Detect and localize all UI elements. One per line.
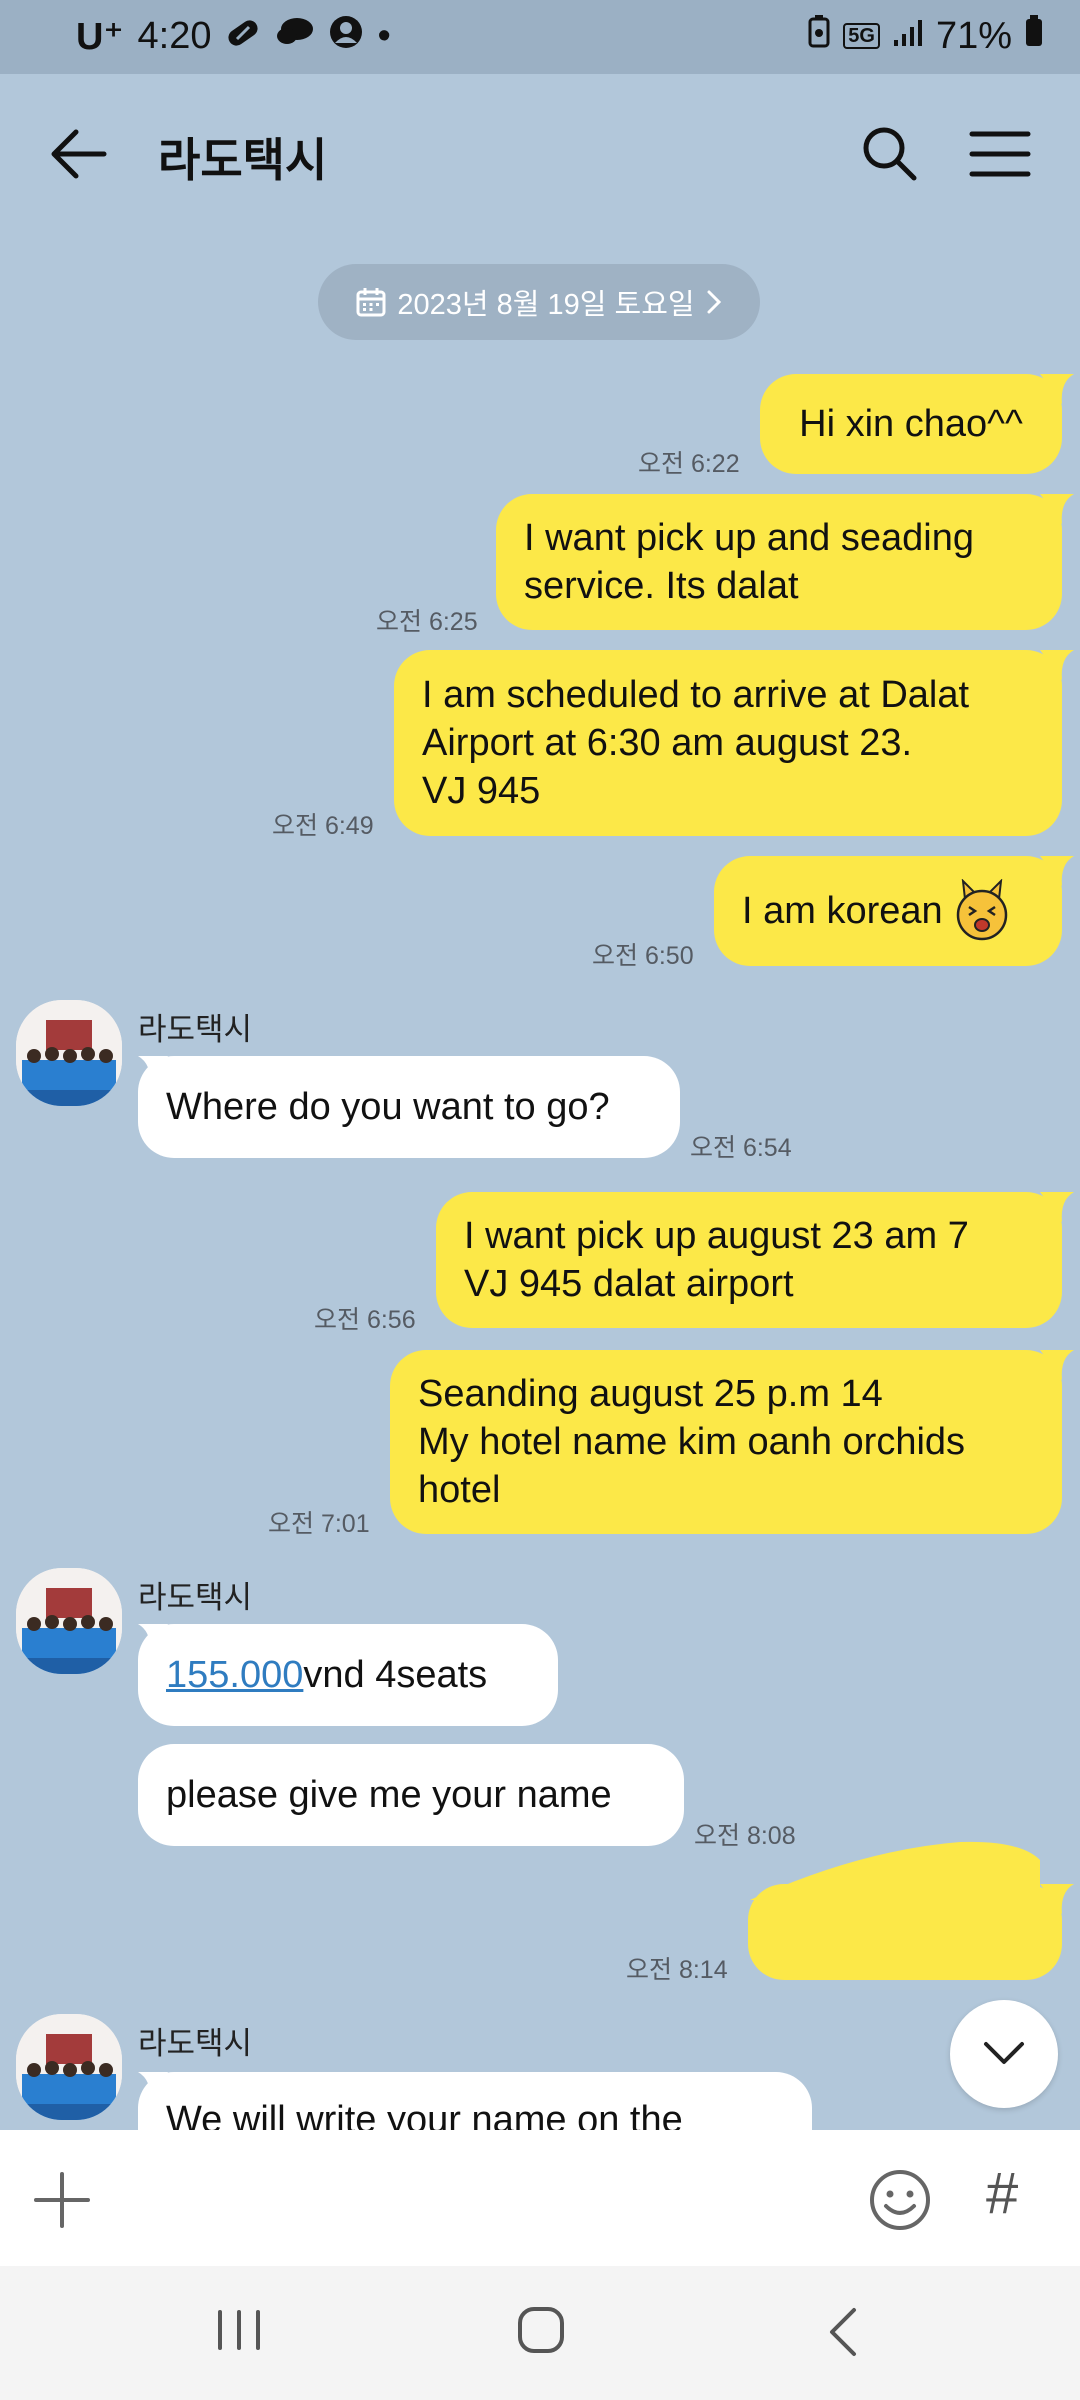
message-text: Hi xin chao^^: [799, 403, 1023, 445]
outgoing-message[interactable]: I want pick up august 23 am 7 VJ 945 dal…: [436, 1192, 1062, 1328]
message-time: 오전 6:50: [592, 942, 694, 970]
message-line: VJ 945 dalat airport: [464, 1263, 794, 1305]
avatar[interactable]: [16, 1568, 122, 1674]
outgoing-message[interactable]: Seanding august 25 p.m 14 My hotel name …: [390, 1350, 1062, 1534]
chevron-right-icon: [707, 290, 721, 314]
home-button[interactable]: [516, 2304, 566, 2356]
status-right: 5G 71%: [807, 14, 1044, 58]
message-input-bar[interactable]: #: [0, 2130, 1080, 2266]
attach-button[interactable]: [30, 2168, 94, 2232]
message-line: Seanding august 25 p.m 14: [418, 1373, 883, 1415]
bubble-tail: [1040, 650, 1074, 680]
message-text: I am korean: [742, 890, 943, 932]
cat-emoticon-icon: [956, 879, 1007, 941]
incoming-message[interactable]: 155.000 vnd 4seats: [138, 1624, 558, 1726]
system-nav-bar: [0, 2266, 1080, 2400]
chat-title: 라도택시: [158, 134, 328, 186]
calendar-icon: [356, 288, 386, 317]
outgoing-message[interactable]: Hi xin chao^^: [760, 374, 1062, 474]
recent-apps-button[interactable]: [214, 2306, 264, 2354]
clock: 4:20: [137, 15, 212, 57]
battery-icon: [1024, 14, 1044, 58]
home-icon: [518, 2307, 564, 2353]
account-icon: [329, 15, 363, 59]
avatar[interactable]: [16, 1000, 122, 1106]
outgoing-message[interactable]: I am korean: [714, 856, 1062, 966]
status-bar: U⁺ 4:20 • 5G 71%: [0, 0, 1080, 74]
notification-dot: •: [377, 15, 391, 57]
chevron-down-icon: [984, 2042, 1024, 2064]
message-line: Airport at 6:30 am august 23.: [422, 722, 913, 764]
date-label: 2023년 8월 19일 토요일: [397, 289, 695, 321]
message-line: I want pick up august 23 am 7: [464, 1215, 969, 1257]
recent-apps-icon: [218, 2310, 260, 2350]
message-line: My hotel name kim oanh orchids: [418, 1421, 966, 1463]
scroll-to-bottom-button[interactable]: [950, 2000, 1058, 2108]
back-chevron-icon: [830, 2308, 856, 2356]
avatar[interactable]: [16, 2014, 122, 2120]
back-button[interactable]: [48, 122, 112, 186]
message-text: please give me your name: [166, 1774, 612, 1816]
back-arrow-icon: [51, 129, 107, 179]
message-time: 오전 8:14: [626, 1956, 728, 1984]
chat-header: 라도택시: [0, 74, 1080, 234]
sender-name: 라도택시: [138, 1012, 253, 1047]
battery-percent: 71%: [935, 14, 1012, 57]
bubble-tail: [1040, 1192, 1074, 1222]
incoming-message[interactable]: please give me your name: [138, 1744, 684, 1846]
bubble-tail: [1040, 1350, 1074, 1380]
signal-icon: [892, 15, 924, 58]
bubble-tail: [1040, 374, 1074, 404]
hashtag-button[interactable]: #: [986, 2160, 1018, 2227]
network-type: 5G: [843, 23, 880, 49]
message-line: hotel: [418, 1469, 501, 1511]
plus-icon: [34, 2172, 90, 2228]
message-time: 오전 6:54: [690, 1134, 792, 1162]
redaction-scribble: [750, 1841, 1040, 1900]
phone-link[interactable]: 155.000: [166, 1651, 303, 1699]
bubble-tail: [1040, 494, 1074, 524]
message-time: 오전 6:56: [314, 1306, 416, 1334]
bubble-tail: [1040, 856, 1074, 886]
carrier-label: U⁺: [76, 16, 124, 58]
message-text: vnd 4seats: [303, 1654, 488, 1696]
pill-icon: [225, 15, 261, 58]
battery-saver-icon: [807, 14, 831, 58]
emoji-icon: [870, 2170, 930, 2230]
date-divider[interactable]: 2023년 8월 19일 토요일: [318, 264, 760, 340]
outgoing-message[interactable]: I want pick up and seading service. Its …: [496, 494, 1062, 630]
menu-button[interactable]: [966, 122, 1034, 186]
message-line: I am scheduled to arrive at Dalat: [422, 674, 970, 716]
nav-back-button[interactable]: [826, 2306, 862, 2358]
message-line: service. Its dalat: [524, 565, 799, 607]
messenger-icon: [275, 15, 315, 58]
message-time: 오전 6:25: [376, 608, 478, 636]
bubble-tail: [1040, 1884, 1074, 1914]
outgoing-message[interactable]: I am scheduled to arrive at Dalat Airpor…: [394, 650, 1062, 836]
message-time: 오전 6:22: [638, 450, 740, 478]
emoji-button[interactable]: [866, 2166, 934, 2234]
search-button[interactable]: [858, 122, 922, 186]
message-time: 오전 7:01: [268, 1510, 370, 1538]
sender-name: 라도택시: [138, 2026, 253, 2061]
sender-name: 라도택시: [138, 1580, 253, 1615]
status-left: U⁺ 4:20 •: [76, 14, 391, 59]
incoming-message[interactable]: Where do you want to go?: [138, 1056, 680, 1158]
message-line: I want pick up and seading: [524, 517, 974, 559]
menu-icon: [969, 131, 1031, 177]
message-text: Where do you want to go?: [166, 1086, 610, 1128]
search-icon: [863, 127, 917, 181]
message-time: 오전 6:49: [272, 812, 374, 840]
message-line: VJ 945: [422, 770, 541, 812]
